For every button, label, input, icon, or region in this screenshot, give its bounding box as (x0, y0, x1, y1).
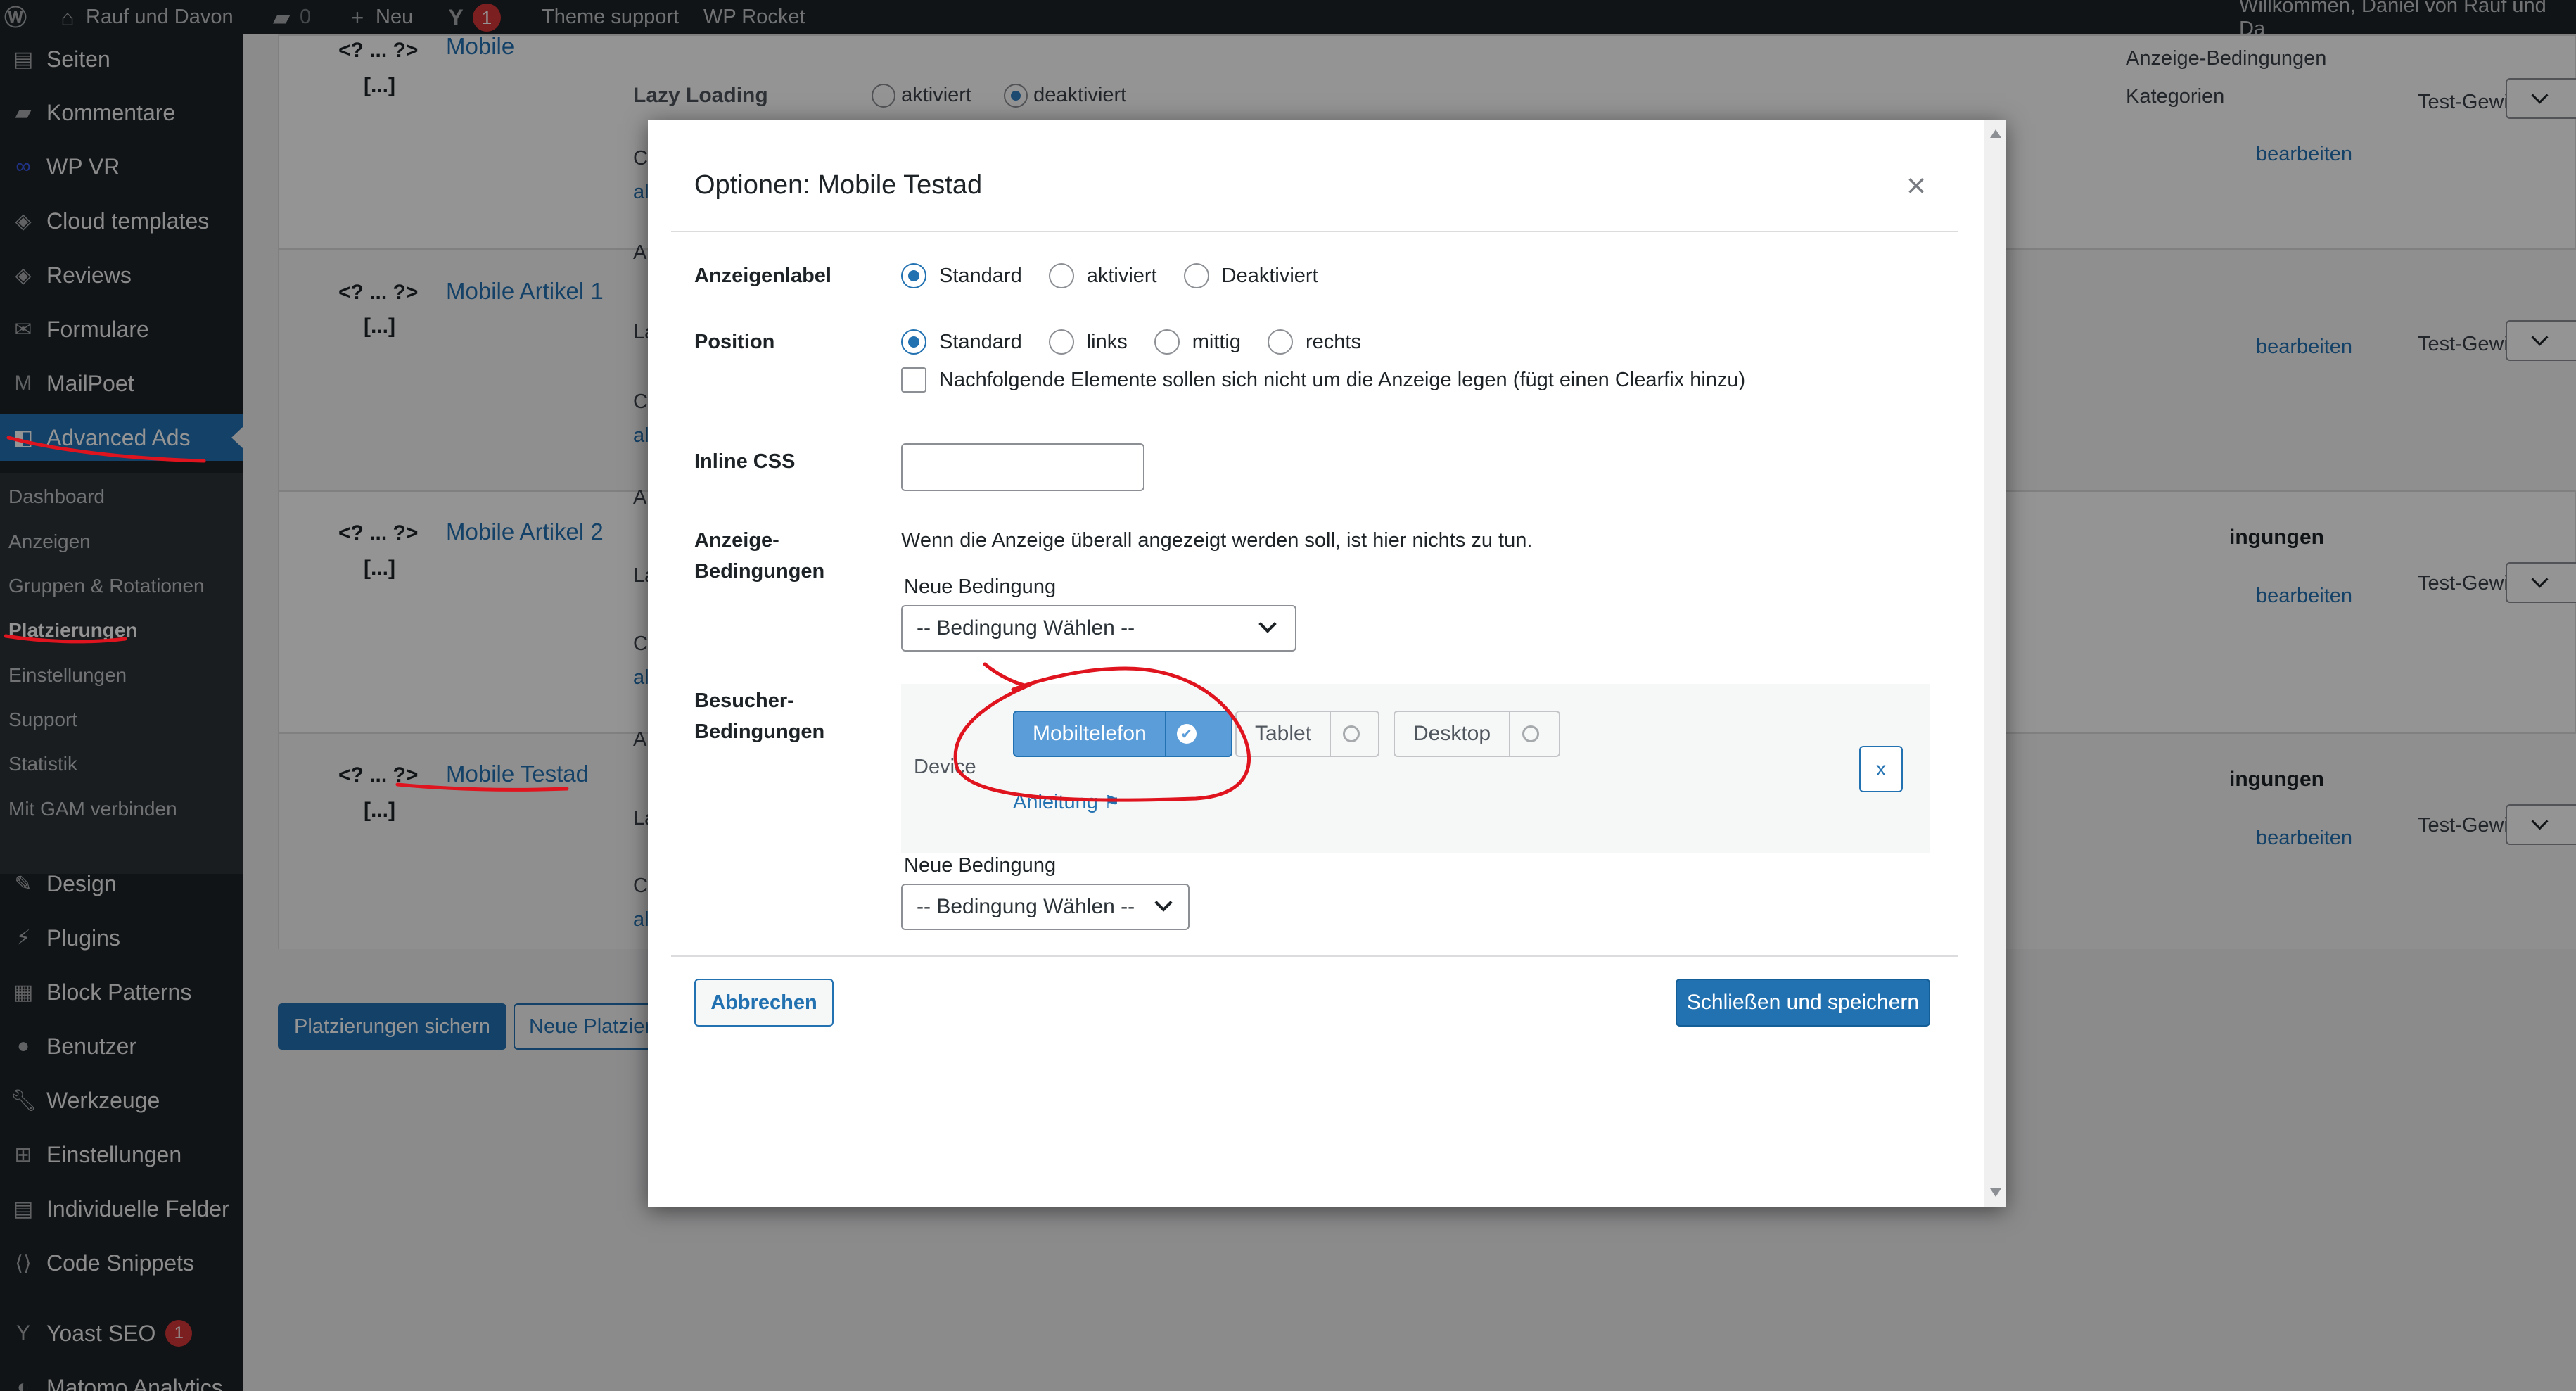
select-value: -- Bedingung Wählen -- (917, 616, 1135, 640)
radio-button[interactable] (901, 263, 926, 288)
unchecked-circle-icon (1343, 725, 1360, 742)
radio-label: aktiviert (1086, 264, 1157, 287)
save-and-close-button[interactable]: Schließen und speichern (1676, 979, 1930, 1027)
device-label: Mobiltelefon (1033, 722, 1147, 745)
unchecked-circle-icon (1522, 725, 1540, 742)
device-desktop-button[interactable]: Desktop (1394, 711, 1560, 757)
chevron-down-icon (1154, 894, 1173, 912)
radio-label: rechts (1306, 330, 1361, 353)
placement-options-modal: Optionen: Mobile Testad × Anzeigenlabel … (648, 120, 2006, 1207)
divider (671, 955, 1958, 957)
position-option-center[interactable]: mittig (1154, 329, 1241, 355)
inline-css-input[interactable] (901, 443, 1144, 491)
clearfix-option[interactable]: Nachfolgende Elemente sollen sich nicht … (901, 367, 1745, 393)
radio-button[interactable] (1268, 329, 1294, 355)
clearfix-checkbox[interactable] (901, 367, 926, 393)
visitor-conditions-label: Besucher- Bedingungen (694, 685, 824, 747)
display-condition-select[interactable]: -- Bedingung Wählen -- (901, 605, 1296, 652)
label-line: Bedingungen (694, 720, 825, 743)
position-radio-group: Standard links mittig rechts (901, 329, 1388, 355)
radio-button[interactable] (1048, 329, 1074, 355)
ad-label-option-enabled[interactable]: aktiviert (1048, 263, 1157, 288)
modal-scrollbar[interactable] (1984, 120, 2006, 1207)
device-check: ✔ (1164, 712, 1207, 756)
ad-label-radio-group: Standard aktiviert Deaktiviert (901, 263, 1345, 288)
label-line: Anzeige- (694, 529, 779, 552)
manual-link-label: Anleitung (1013, 791, 1098, 813)
radio-button[interactable] (1154, 329, 1180, 355)
ad-label-label: Anzeigenlabel (694, 265, 831, 287)
radio-label: Deaktiviert (1221, 264, 1318, 287)
device-mobile-button[interactable]: Mobiltelefon ✔ (1013, 711, 1232, 757)
chevron-down-icon (1258, 615, 1277, 633)
close-icon[interactable]: × (1900, 170, 1932, 203)
manual-link[interactable]: Anleitung ⚑ (1013, 791, 1120, 814)
device-condition-label: Device (914, 756, 976, 778)
label-line: Bedingungen (694, 560, 825, 583)
checkmark-icon: ✔ (1176, 724, 1197, 744)
label-line: Besucher- (694, 690, 794, 712)
device-label: Tablet (1255, 722, 1312, 745)
position-label: Position (694, 331, 775, 353)
select-value: -- Bedingung Wählen -- (917, 895, 1135, 918)
position-option-left[interactable]: links (1048, 329, 1128, 355)
modal-title: Optionen: Mobile Testad (694, 170, 983, 200)
visitor-condition-select[interactable]: -- Bedingung Wählen -- (901, 884, 1190, 930)
radio-label: Standard (939, 264, 1022, 287)
divider (671, 231, 1958, 232)
ad-label-option-standard[interactable]: Standard (901, 263, 1022, 288)
new-visitor-condition-label: Neue Bedingung (904, 854, 1057, 877)
display-conditions-info: Wenn die Anzeige überall angezeigt werde… (901, 529, 1533, 552)
scroll-up-icon[interactable] (1990, 129, 2001, 138)
display-conditions-label: Anzeige- Bedingungen (694, 525, 824, 587)
visitor-condition-box (901, 684, 1930, 853)
radio-button[interactable] (1048, 263, 1074, 288)
radio-label: Standard (939, 330, 1022, 353)
radio-button[interactable] (901, 329, 926, 355)
device-tablet-button[interactable]: Tablet (1235, 711, 1379, 757)
clearfix-label: Nachfolgende Elemente sollen sich nicht … (939, 368, 1746, 391)
inline-css-label: Inline CSS (694, 450, 796, 473)
cancel-button[interactable]: Abbrechen (694, 979, 834, 1027)
flag-icon: ⚑ (1104, 792, 1121, 813)
device-label: Desktop (1413, 722, 1491, 745)
device-check (1509, 712, 1551, 756)
radio-label: mittig (1192, 330, 1242, 353)
device-check (1330, 712, 1372, 756)
ad-label-option-disabled[interactable]: Deaktiviert (1183, 263, 1318, 288)
remove-condition-button[interactable]: x (1859, 746, 1903, 792)
scroll-down-icon[interactable] (1990, 1188, 2001, 1197)
radio-label: links (1086, 330, 1128, 353)
radio-button[interactable] (1183, 263, 1209, 288)
new-condition-label: Neue Bedingung (904, 576, 1057, 598)
position-option-right[interactable]: rechts (1268, 329, 1361, 355)
position-option-standard[interactable]: Standard (901, 329, 1022, 355)
